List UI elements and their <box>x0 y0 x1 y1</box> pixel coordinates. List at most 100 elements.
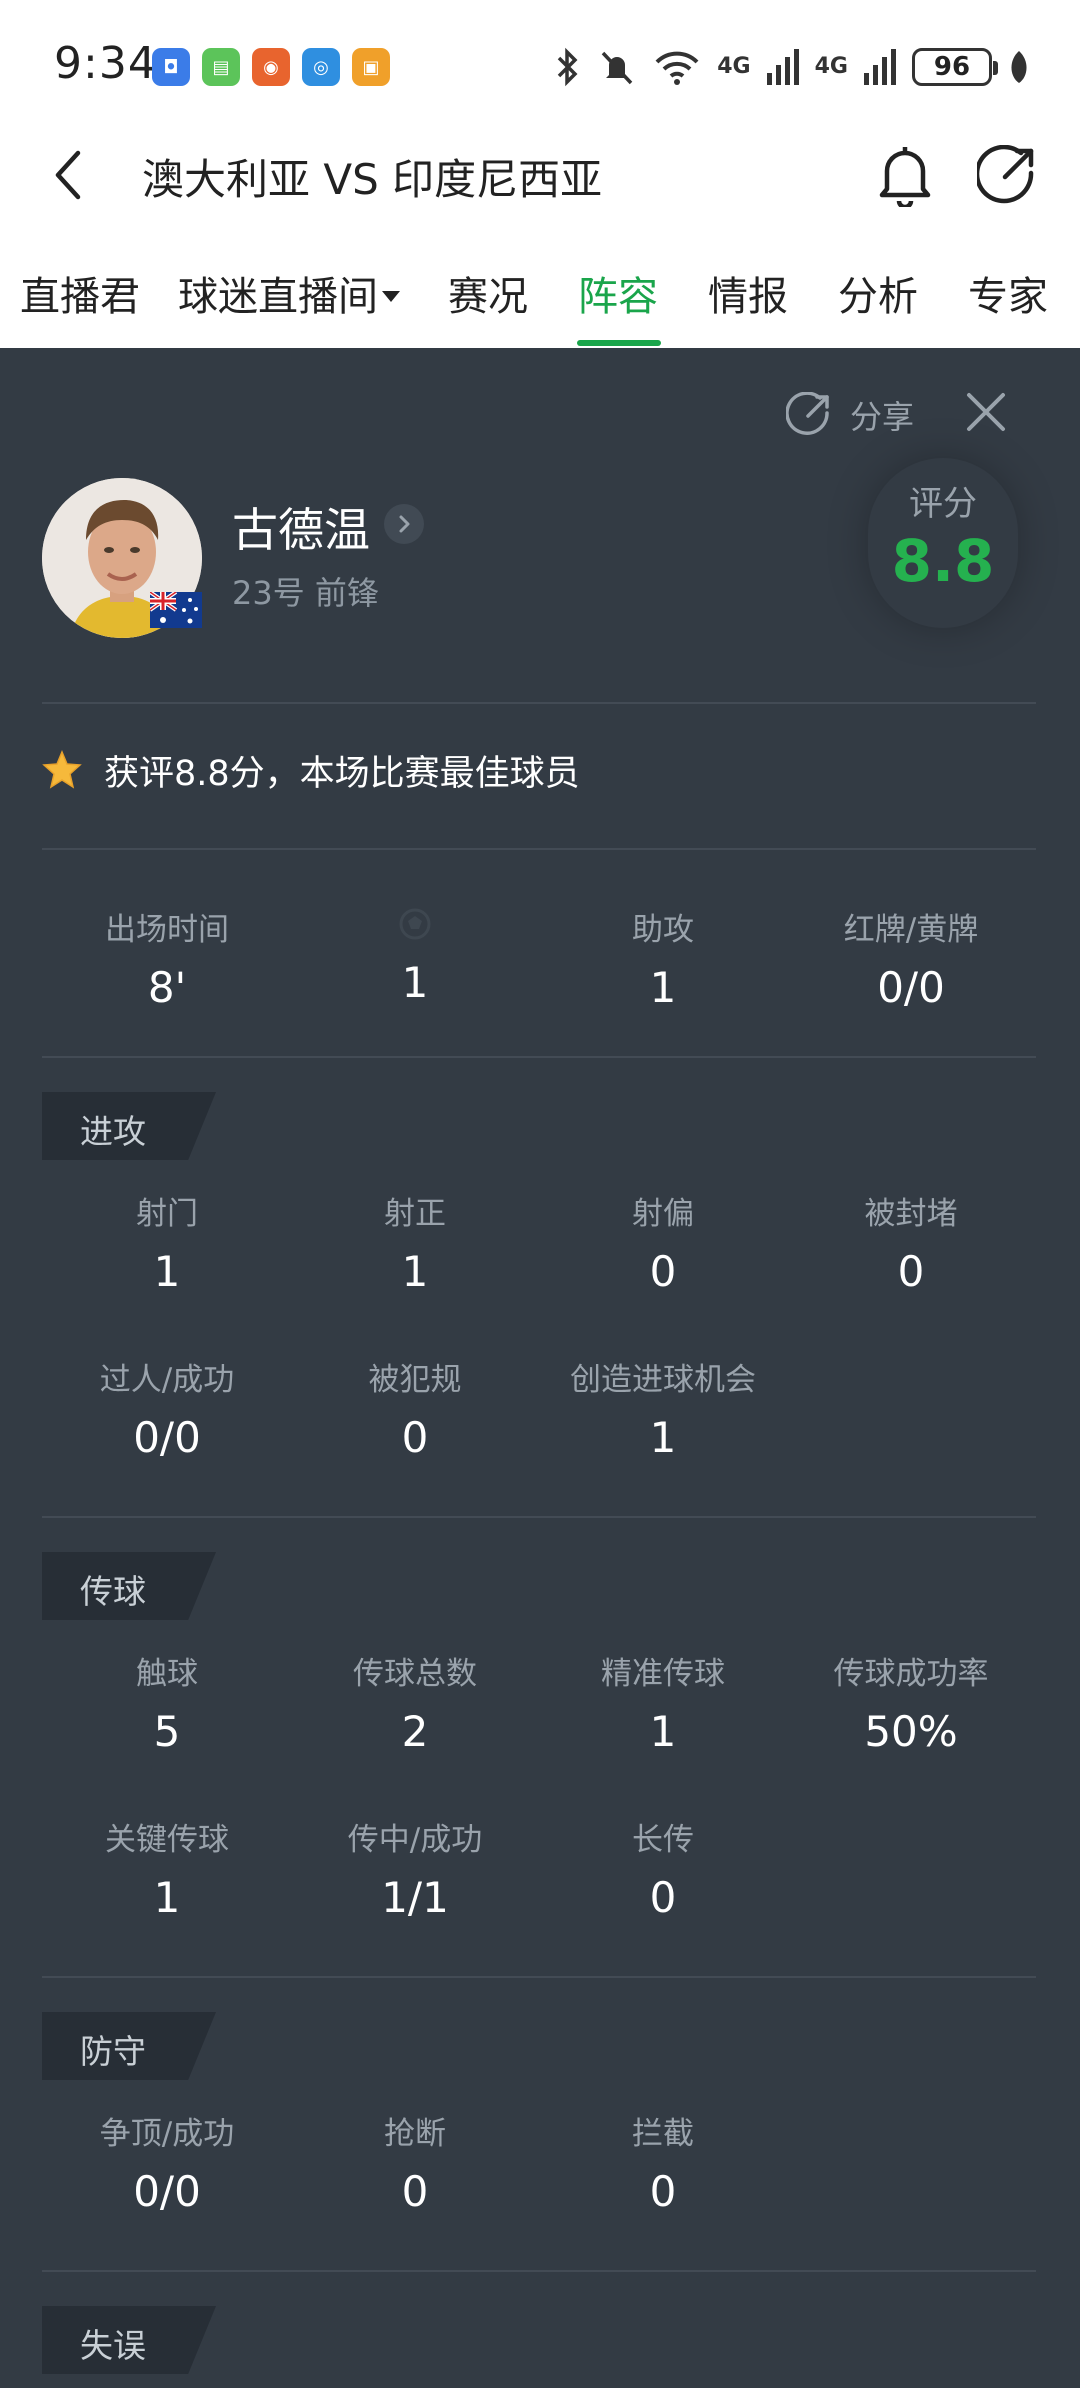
stat-dribbles: 过人/成功 0/0 <box>42 1354 292 1462</box>
tab-match-status[interactable]: 赛况 <box>448 264 528 334</box>
australia-flag-icon <box>150 592 202 628</box>
player-rating: 评分 8.8 <box>868 458 1018 628</box>
stat-label: 传球成功率 <box>833 1656 989 1692</box>
close-button[interactable] <box>960 386 1012 438</box>
system-icons: 4G 4G 96 <box>555 40 1030 94</box>
stat-label: 助攻 <box>632 912 694 948</box>
stat-aerial-duels: 争顶/成功 0/0 <box>42 2108 292 2216</box>
stat-value: 0/0 <box>133 2167 201 2216</box>
stat-value: 0 <box>649 1247 677 1296</box>
player-stats-panel: 分享 古德温 23号 前锋 评分 8.8 获评8.8分，本场比赛最佳球员 出场时… <box>0 348 1080 2388</box>
battery-indicator: 96 <box>912 48 998 86</box>
section-title: 传球 <box>80 1572 146 1611</box>
wifi-icon <box>655 51 699 85</box>
tab-zhibojun[interactable]: 直播君 <box>20 264 140 334</box>
section-tag-errors: 失误 <box>42 2306 216 2374</box>
tab-experts[interactable]: 专家 <box>968 264 1048 334</box>
notification-icons: ◘ ▤ ◉ ◎ ▣ <box>152 48 390 86</box>
notification-button[interactable] <box>870 138 940 212</box>
back-arrow-icon <box>55 150 81 200</box>
stat-value: 0 <box>897 1247 925 1296</box>
back-button[interactable] <box>38 140 98 210</box>
stat-label: 争顶/成功 <box>99 2116 235 2152</box>
stat-value: 1 <box>649 963 677 1012</box>
stat-chances-created: 创造进球机会 1 <box>538 1354 788 1462</box>
stat-label: 出场时间 <box>105 912 229 948</box>
section-tag-defense: 防守 <box>42 2012 216 2080</box>
tab-lineup[interactable]: 阵容 <box>578 264 658 334</box>
section-title: 失误 <box>80 2326 146 2365</box>
page-title: 澳大利亚 VS 印度尼西亚 <box>142 155 603 204</box>
network-4g-1: 4G <box>717 54 751 79</box>
rating-label: 评分 <box>909 484 977 524</box>
section-tag-passing: 传球 <box>42 1552 216 1620</box>
rating-value: 8.8 <box>891 527 995 595</box>
stat-value: 0/0 <box>133 1413 201 1462</box>
stat-value: 1 <box>649 1707 677 1756</box>
stat-value: 1 <box>401 958 429 1007</box>
chevron-right-icon <box>399 515 410 533</box>
stat-shots-blocked: 被封堵 0 <box>786 1188 1036 1296</box>
divider <box>42 1976 1036 1978</box>
app-root: 9:34 ◘ ▤ ◉ ◎ ▣ 4G 4G 96 澳大利亚 VS 印度尼西亚 直播… <box>0 0 1080 2388</box>
signal-icon <box>766 49 799 85</box>
stat-key-passes: 关键传球 1 <box>42 1814 292 1922</box>
divider <box>42 1516 1036 1518</box>
stat-minutes-played: 出场时间 8' <box>42 904 292 1012</box>
tab-intel[interactable]: 情报 <box>708 264 788 334</box>
divider <box>42 2270 1036 2272</box>
stat-label: 精准传球 <box>601 1656 725 1692</box>
tab-analysis[interactable]: 分析 <box>838 264 918 334</box>
stat-crosses: 传中/成功 1/1 <box>290 1814 540 1922</box>
stat-total-passes: 传球总数 2 <box>290 1648 540 1756</box>
star-icon <box>42 750 82 789</box>
stat-value: 50% <box>864 1707 958 1756</box>
share-button[interactable]: 分享 <box>786 388 914 442</box>
stat-tackles: 抢断 0 <box>290 2108 540 2216</box>
share-icon <box>786 392 829 435</box>
network-4g-2: 4G <box>814 54 848 79</box>
section-title: 防守 <box>80 2032 146 2071</box>
stat-value: 5 <box>153 1707 181 1756</box>
stat-shots: 射门 1 <box>42 1188 292 1296</box>
share-icon <box>977 145 1034 204</box>
share-label: 分享 <box>850 398 915 436</box>
football-icon <box>399 908 431 940</box>
mute-icon <box>601 51 633 85</box>
stat-label: 红牌/黄牌 <box>843 912 979 948</box>
bluetooth-icon <box>558 47 578 87</box>
stat-value: 0 <box>649 2167 677 2216</box>
signal-app-icon: ◎ <box>302 48 340 86</box>
stat-long-balls: 长传 0 <box>538 1814 788 1922</box>
stat-interceptions: 拦截 0 <box>538 2108 788 2216</box>
stat-goals: 1 <box>290 904 540 1007</box>
title-bar: 澳大利亚 VS 印度尼西亚 <box>0 120 1080 230</box>
stat-label: 被封堵 <box>864 1196 958 1232</box>
player-name[interactable]: 古德温 <box>232 494 370 560</box>
tab-bar: 直播君 球迷直播间 赛况 阵容 情报 分析 专家 <box>0 250 1080 348</box>
game-app-icon: ▣ <box>352 48 390 86</box>
stat-value: 1 <box>649 1413 677 1462</box>
divider <box>42 1056 1036 1058</box>
award-text: 获评8.8分，本场比赛最佳球员 <box>104 753 580 794</box>
stat-label: 长传 <box>632 1822 694 1858</box>
tab-fan-live-room-label: 球迷直播间 <box>178 274 378 320</box>
bell-icon <box>879 147 931 207</box>
sim-app-icon: ▤ <box>202 48 240 86</box>
signal-icon-2 <box>864 49 896 85</box>
stat-label: 关键传球 <box>105 1822 229 1858</box>
share-button-top[interactable] <box>972 138 1042 212</box>
status-time: 9:34 <box>54 38 157 89</box>
stat-value: 1 <box>401 1247 429 1296</box>
player-detail-button[interactable] <box>384 504 424 544</box>
tab-fan-live-room[interactable]: 球迷直播间 <box>178 264 400 334</box>
stat-value: 2 <box>401 1707 429 1756</box>
stat-value: 1 <box>153 1873 181 1922</box>
stat-label: 过人/成功 <box>99 1362 235 1398</box>
weibo-app-icon: ◉ <box>252 48 290 86</box>
dropdown-caret-icon <box>382 290 400 302</box>
app-notification-icon: ◘ <box>152 48 190 86</box>
stat-shots-on-target: 射正 1 <box>290 1188 540 1296</box>
stat-label: 拦截 <box>632 2116 694 2152</box>
stat-label: 被犯规 <box>368 1362 462 1398</box>
